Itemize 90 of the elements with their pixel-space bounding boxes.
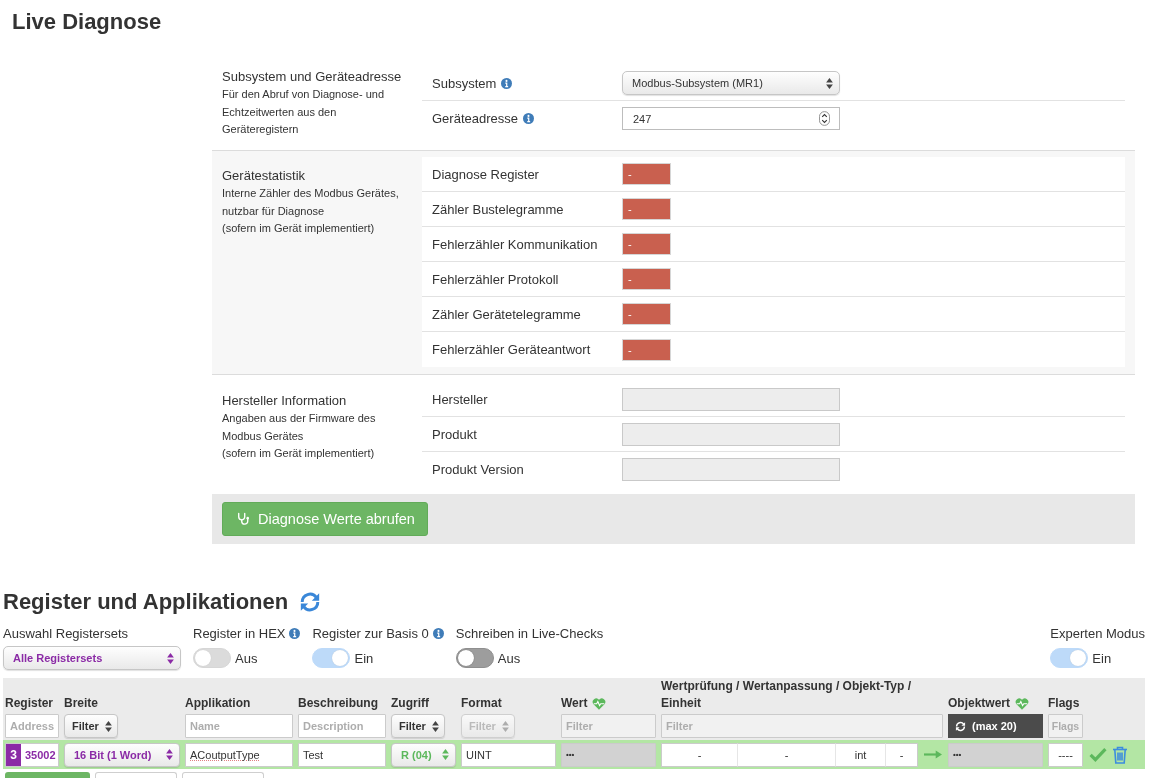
control-label: Register zur Basis 0 — [312, 625, 429, 642]
column-header: Wertprüfung / Wertanpassung / Objekt-Typ / Einheit — [661, 678, 912, 712]
field-label: Fehlerzähler Geräteantwort — [432, 342, 591, 357]
register-address: 35002 — [24, 748, 56, 761]
counter-value: - — [622, 198, 671, 220]
toggle-state: Ein — [1092, 650, 1112, 666]
info-icon[interactable] — [501, 77, 513, 89]
partial-button[interactable] — [182, 772, 264, 778]
updown-caret-icon — [167, 652, 174, 664]
column-header: Zugriff — [391, 695, 429, 712]
control-label: Schreiben in Live-Checks — [455, 625, 604, 642]
field-label: Fehlerzähler Kommunikation — [432, 236, 598, 252]
column-header: Applikation — [185, 695, 251, 712]
updown-caret-icon — [501, 720, 509, 732]
column-header: Beschreibung — [298, 695, 378, 712]
partial-button[interactable] — [5, 772, 90, 778]
toggle-switch[interactable] — [455, 648, 494, 668]
column-header: Format — [461, 695, 502, 712]
filter-select[interactable]: Filter — [391, 714, 445, 738]
counter-value: - — [622, 338, 671, 361]
counter-value: - — [622, 233, 671, 255]
flags-input[interactable]: ---- — [1048, 742, 1083, 767]
reload-button[interactable]: (max 20) — [948, 714, 1043, 738]
register-set-badge: 3 — [6, 743, 21, 766]
control-label: Register in HEX — [193, 625, 286, 642]
column-header: Breite — [64, 695, 98, 712]
filter-input[interactable]: Description — [298, 714, 386, 738]
field-label: Produkt — [432, 426, 477, 442]
application-input[interactable]: ACoutputType — [185, 742, 293, 767]
toggle-state: Ein — [354, 650, 374, 666]
updown-caret-icon — [431, 720, 439, 732]
trash-icon[interactable] — [1112, 745, 1128, 764]
toggle-state: Aus — [497, 650, 521, 666]
section-title: Hersteller Information — [222, 392, 348, 410]
arrow-right-icon — [924, 750, 942, 759]
section-description: Für den Abruf von Diagnose- und Echtzeitwerten aus den Geräteregistern — [222, 87, 386, 137]
column-header: Flags — [1048, 695, 1080, 712]
text-input[interactable]: Test — [298, 742, 386, 767]
column-header: Objektwert — [948, 695, 1010, 712]
counter-value: - — [622, 268, 671, 290]
filter-input[interactable]: Address — [5, 714, 59, 738]
check-input[interactable]: - — [886, 742, 918, 767]
field-label: Zähler Gerätetelegramme — [432, 306, 581, 322]
counter-value: - — [622, 303, 671, 325]
check-input[interactable]: int — [836, 742, 886, 767]
check-input[interactable]: - — [738, 742, 836, 767]
field-label: Diagnose Register — [432, 166, 539, 182]
field-label: Hersteller — [432, 391, 488, 407]
column-header: Wert — [561, 695, 588, 712]
stepper-icon[interactable] — [819, 111, 830, 126]
field-label: Subsystem — [432, 75, 497, 91]
field-label: Fehlerzähler Protokoll — [432, 271, 559, 287]
filter-select[interactable]: Filter — [64, 714, 118, 738]
refresh-icon[interactable] — [299, 591, 322, 613]
refresh-icon — [955, 720, 966, 732]
counter-value: - — [622, 163, 671, 185]
check-input[interactable]: - — [661, 742, 738, 767]
check-icon[interactable] — [1089, 747, 1107, 762]
section-title: Subsystem und Geräteadresse — [222, 68, 403, 86]
register-field[interactable]: 3 35002 — [5, 742, 59, 767]
dropdown[interactable]: Modbus-Subsystem (MR1) — [622, 71, 840, 95]
field-label: Zähler Bustelegramme — [432, 201, 564, 217]
control-label: Experten Modus — [1050, 625, 1145, 642]
section-description: Angaben aus der Firmware des Modbus Gerätes (sofern im Gerät implementiert) — [222, 411, 377, 461]
section-title: Gerätestatistik — [222, 167, 307, 185]
object-value-field: ••• — [948, 742, 1043, 767]
stethoscope-icon — [237, 512, 249, 526]
updown-caret-icon — [826, 77, 833, 89]
info-icon[interactable] — [523, 113, 534, 124]
value-field: ••• — [561, 742, 656, 767]
format-input[interactable]: UINT — [461, 742, 556, 767]
updown-caret-icon — [104, 720, 112, 732]
section-description: Interne Zähler des Modbus Gerätes, nutzbar für Diagnose (sofern im Gerät implementiert) — [222, 186, 400, 236]
control-label: Auswahl Registersets — [3, 625, 128, 642]
updown-caret-icon — [166, 749, 173, 760]
field-label: Produkt Version — [432, 462, 524, 477]
page-title: Live Diagnose — [11, 8, 163, 36]
updown-caret-icon — [442, 749, 449, 760]
width-select[interactable]: 16 Bit (1 Word) — [64, 742, 180, 767]
toggle-state: Aus — [235, 650, 258, 666]
number-input[interactable]: 247 — [622, 107, 840, 130]
field-label: Geräteadresse — [432, 111, 518, 126]
filter-input[interactable]: Name — [185, 714, 293, 738]
readonly-field[interactable] — [622, 387, 840, 411]
readonly-field[interactable] — [622, 422, 840, 446]
column-header: Register — [5, 695, 54, 712]
readonly-field[interactable] — [622, 458, 840, 481]
partial-button[interactable] — [95, 772, 177, 778]
registerset-select[interactable]: Alle Registersets — [3, 646, 181, 670]
section-heading: Register und Applikationen — [3, 589, 289, 615]
